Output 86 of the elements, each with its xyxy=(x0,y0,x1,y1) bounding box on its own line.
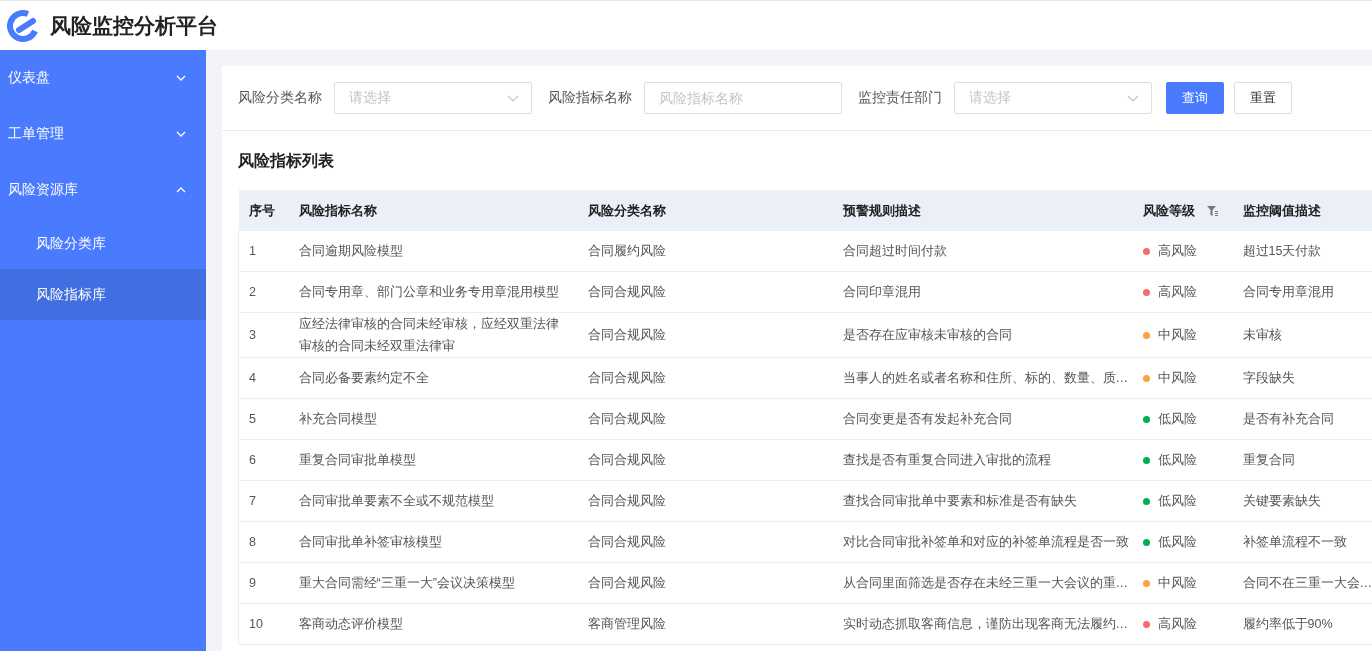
risk-level: 高风险 xyxy=(1157,616,1197,634)
table-cell: 5 xyxy=(238,398,289,440)
table-cell: 是否有补充合同 xyxy=(1232,398,1372,440)
risk-level: 高风险 xyxy=(1157,284,1197,302)
table-cell: 应经法律审核的合同未经审核，应经双重法律审核的合同未经双重法律审 xyxy=(288,312,578,358)
table-cell: 补签单流程不一致 xyxy=(1232,521,1372,563)
menu-item[interactable]: 风险指标库 xyxy=(0,269,206,320)
logo-icon xyxy=(6,8,40,43)
table-cell: 合同专用章、部门公章和业务专用章混用模型 xyxy=(288,271,578,313)
table-cell: 客商管理风险 xyxy=(577,603,833,645)
menu-group[interactable]: 风险资源库 xyxy=(0,162,206,218)
table-cell: 合同不在三重一大会… xyxy=(1232,562,1372,604)
chevron-icon xyxy=(1127,94,1139,102)
chevron-icon xyxy=(507,94,519,102)
table-cell: 合同逾期风险模型 xyxy=(288,231,578,272)
filter-label: 风险指标名称 xyxy=(548,89,632,107)
risk-level: 中风险 xyxy=(1157,370,1197,388)
table-cell: 2 xyxy=(238,271,289,313)
table-cell: 未审核 xyxy=(1232,312,1372,358)
risk-level: 低风险 xyxy=(1157,493,1197,511)
table-cell: 10 xyxy=(238,603,289,645)
filter-icon[interactable] xyxy=(1206,206,1218,217)
table-cell: 合同合规风险 xyxy=(577,312,833,358)
table-cell: 合同合规风险 xyxy=(577,521,833,563)
risk-level: 低风险 xyxy=(1157,411,1197,429)
table-cell: 重复合同审批单模型 xyxy=(288,439,578,481)
column-header: 风险指标名称 xyxy=(288,190,578,231)
reset-button[interactable]: 重置 xyxy=(1234,82,1292,114)
table-cell: 合同超过时间付款 xyxy=(832,231,1133,272)
chevron-icon xyxy=(176,75,186,81)
filter-label: 监控责任部门 xyxy=(858,89,942,107)
filter-label: 风险分类名称 xyxy=(238,89,322,107)
table-cell: 合同履约风险 xyxy=(577,231,833,272)
chevron-icon xyxy=(176,187,186,193)
risk-level: 低风险 xyxy=(1157,452,1197,470)
menu-item[interactable]: 风险分类库 xyxy=(0,218,206,269)
table-cell: 是否存在应审核未审核的合同 xyxy=(832,312,1133,358)
risk-level: 高风险 xyxy=(1157,243,1197,261)
table-cell: 补充合同模型 xyxy=(288,398,578,440)
table-cell: 7 xyxy=(238,480,289,522)
menu-group[interactable]: 仪表盘 xyxy=(0,50,206,106)
table-cell: 重大合同需经“三重一大”会议决策模型 xyxy=(288,562,578,604)
table-cell: 合同变更是否有发起补充合同 xyxy=(832,398,1133,440)
risk-level: 中风险 xyxy=(1157,575,1197,593)
column-header: 序号 xyxy=(238,190,289,231)
table-cell: 合同必备要素约定不全 xyxy=(288,357,578,399)
table-cell: 重复合同 xyxy=(1232,439,1372,481)
table-cell: 查找合同审批单中要素和标准是否有缺失 xyxy=(832,480,1133,522)
chevron-icon xyxy=(176,131,186,137)
table-cell: 合同印章混用 xyxy=(832,271,1133,313)
column-header: 预警规则描述 xyxy=(832,190,1133,231)
table-cell: 合同合规风险 xyxy=(577,439,833,481)
section-title: 风险指标列表 xyxy=(237,151,335,171)
table-cell: 3 xyxy=(238,312,289,358)
column-header: 风险等级 xyxy=(1132,190,1233,231)
table-cell: 合同审批单补签审核模型 xyxy=(288,521,578,563)
table-cell: 合同合规风险 xyxy=(577,562,833,604)
table-cell: 合同合规风险 xyxy=(577,398,833,440)
table-cell: 合同合规风险 xyxy=(577,357,833,399)
table-cell: 4 xyxy=(238,357,289,399)
table-cell: 超过15天付款 xyxy=(1232,231,1372,272)
column-header: 监控阈值描述 xyxy=(1232,190,1372,231)
table-cell: 6 xyxy=(238,439,289,481)
table-cell: 8 xyxy=(238,521,289,563)
table-cell: 1 xyxy=(238,231,289,272)
risk-level: 中风险 xyxy=(1157,327,1197,345)
table-cell: 查找是否有重复合同进入审批的流程 xyxy=(832,439,1133,481)
column-header: 风险分类名称 xyxy=(577,190,833,231)
menu-group[interactable]: 工单管理 xyxy=(0,106,206,162)
table-cell: 合同审批单要素不全或不规范模型 xyxy=(288,480,578,522)
table-cell: 合同合规风险 xyxy=(577,271,833,313)
query-button[interactable]: 查询 xyxy=(1166,82,1224,114)
input-field[interactable]: 风险指标名称 xyxy=(644,82,842,114)
table-cell: 关键要素缺失 xyxy=(1232,480,1372,522)
risk-level: 低风险 xyxy=(1157,534,1197,552)
table-cell: 从合同里面筛选是否存在未经三重一大会议的重… xyxy=(832,562,1133,604)
table-cell: 9 xyxy=(238,562,289,604)
table-cell: 字段缺失 xyxy=(1232,357,1372,399)
table-cell: 实时动态抓取客商信息，谨防出现客商无法履约… xyxy=(832,603,1133,645)
table-cell: 履约率低于90% xyxy=(1232,603,1372,645)
app-title: 风险监控分析平台 xyxy=(50,12,218,39)
table-cell: 当事人的姓名或者名称和住所、标的、数量、质… xyxy=(832,357,1133,399)
table-cell: 合同专用章混用 xyxy=(1232,271,1372,313)
table-cell: 对比合同审批补签单和对应的补签单流程是否一致 xyxy=(832,521,1133,563)
table-cell: 客商动态评价模型 xyxy=(288,603,578,645)
table-cell: 合同合规风险 xyxy=(577,480,833,522)
